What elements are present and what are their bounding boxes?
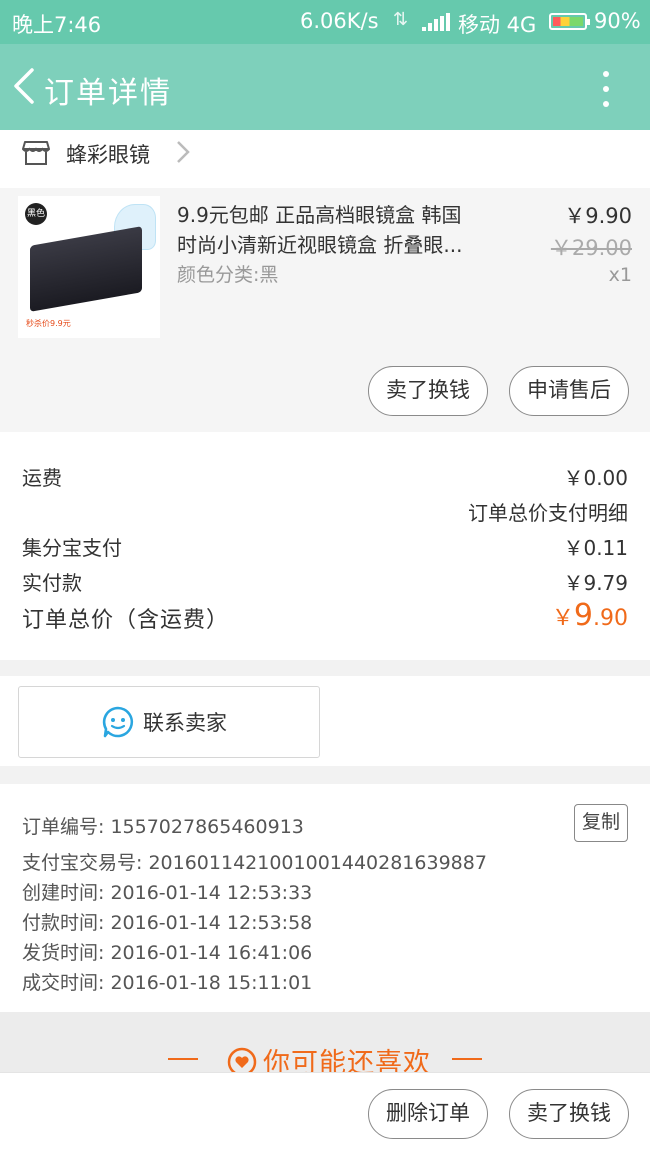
shipped-time: 2016-01-14 16:41:06	[110, 942, 313, 964]
page-title: 订单详情	[44, 76, 172, 111]
created-time-row: 创建时间: 2016-01-14 12:53:33	[22, 878, 312, 905]
thumb-promo-text: 秒杀价9.9元	[26, 319, 71, 328]
total-label: 订单总价（含运费）	[22, 608, 230, 633]
product-item: 黑色 秒杀价9.9元 9.9元包邮 正品高档眼镜盒 韩国 时尚小清新近视眼镜盒 …	[0, 188, 650, 432]
glasses-case-image	[30, 226, 142, 312]
data-transfer-icon: ⇅	[393, 9, 409, 30]
product-title-line1: 9.9元包邮 正品高档眼镜盒 韩国	[177, 203, 462, 227]
closed-time-label: 成交时间:	[22, 972, 105, 994]
points-value: ￥0.11	[563, 536, 628, 560]
signal-icon	[422, 13, 450, 31]
paid-value: ￥9.79	[563, 571, 628, 595]
more-menu-icon[interactable]	[596, 69, 616, 109]
contact-seller-button[interactable]: 联系卖家	[18, 686, 320, 758]
product-quantity: x1	[608, 264, 632, 286]
carrier-label: 移动 4G	[458, 13, 537, 37]
chevron-right-icon	[177, 141, 190, 163]
shop-icon	[22, 141, 50, 165]
closed-time: 2016-01-18 15:11:01	[110, 972, 313, 994]
shipping-value: ￥0.00	[563, 466, 628, 490]
order-number-row: 订单编号: 1557027865460913	[22, 812, 304, 839]
alipay-number-row: 支付宝交易号: 2016011421001001440281639887	[22, 848, 487, 875]
total-decimal: .90	[593, 606, 628, 631]
price-summary: 运费 ￥0.00 订单总价支付明细 集分宝支付 ￥0.11 实付款 ￥9.79 …	[0, 432, 650, 660]
order-number: 1557027865460913	[110, 816, 304, 838]
created-time-label: 创建时间:	[22, 882, 105, 904]
network-speed: 6.06K/s	[300, 9, 379, 33]
payment-detail-link[interactable]: 订单总价支付明细	[468, 497, 628, 526]
resell-button[interactable]: 卖了换钱	[368, 366, 488, 416]
product-title[interactable]: 9.9元包邮 正品高档眼镜盒 韩国 时尚小清新近视眼镜盒 折叠眼...	[177, 200, 507, 260]
status-time: 晚上7:46	[12, 13, 102, 37]
product-variant: 颜色分类:黑	[177, 264, 279, 286]
paid-time-label: 付款时间:	[22, 912, 105, 934]
shipped-time-row: 发货时间: 2016-01-14 16:41:06	[22, 938, 312, 965]
alipay-number: 2016011421001001440281639887	[148, 852, 487, 874]
contact-seller-label: 联系卖家	[143, 711, 227, 735]
paid-label: 实付款	[22, 571, 82, 595]
resell-bottom-button[interactable]: 卖了换钱	[509, 1089, 629, 1139]
battery-percent: 90%	[594, 9, 641, 33]
order-number-label: 订单编号:	[22, 816, 105, 838]
paid-time-row: 付款时间: 2016-01-14 12:53:58	[22, 908, 312, 935]
total-amount: ￥9.90	[552, 598, 628, 633]
copy-button[interactable]: 复制	[574, 804, 628, 842]
shipping-label: 运费	[22, 466, 62, 490]
shipped-time-label: 发货时间:	[22, 942, 105, 964]
points-row: 集分宝支付 ￥0.11	[22, 532, 628, 561]
order-info: 订单编号: 1557027865460913 复制 支付宝交易号: 201601…	[0, 784, 650, 1012]
shop-name[interactable]: 蜂彩眼镜	[66, 139, 150, 169]
after-sale-button[interactable]: 申请售后	[509, 366, 629, 416]
status-bar: 晚上7:46 6.06K/s ⇅ 移动 4G 90%	[0, 0, 650, 44]
bottom-action-bar: 删除订单 卖了换钱	[0, 1072, 650, 1155]
total-integer: 9	[573, 598, 593, 633]
thumb-color-tag: 黑色	[25, 203, 47, 225]
chat-bubble-icon	[102, 706, 134, 738]
product-thumbnail[interactable]: 黑色 秒杀价9.9元	[18, 196, 160, 338]
product-price: ￥9.90	[564, 204, 632, 228]
back-arrow-icon[interactable]	[10, 66, 44, 106]
battery-icon	[549, 13, 590, 30]
header-bar: 订单详情	[0, 44, 650, 130]
alipay-number-label: 支付宝交易号:	[22, 852, 143, 874]
total-currency: ￥	[551, 606, 574, 631]
shop-row[interactable]: 蜂彩眼镜	[0, 130, 650, 188]
paid-time: 2016-01-14 12:53:58	[110, 912, 313, 934]
created-time: 2016-01-14 12:53:33	[110, 882, 313, 904]
product-title-line2: 时尚小清新近视眼镜盒 折叠眼...	[177, 233, 463, 257]
closed-time-row: 成交时间: 2016-01-18 15:11:01	[22, 968, 312, 995]
contact-section: 联系卖家	[0, 676, 650, 766]
paid-row: 实付款 ￥9.79	[22, 567, 628, 596]
product-original-price: ￥29.00	[550, 236, 632, 260]
points-label: 集分宝支付	[22, 536, 122, 560]
delete-order-button[interactable]: 删除订单	[368, 1089, 488, 1139]
shipping-row: 运费 ￥0.00	[22, 462, 628, 491]
